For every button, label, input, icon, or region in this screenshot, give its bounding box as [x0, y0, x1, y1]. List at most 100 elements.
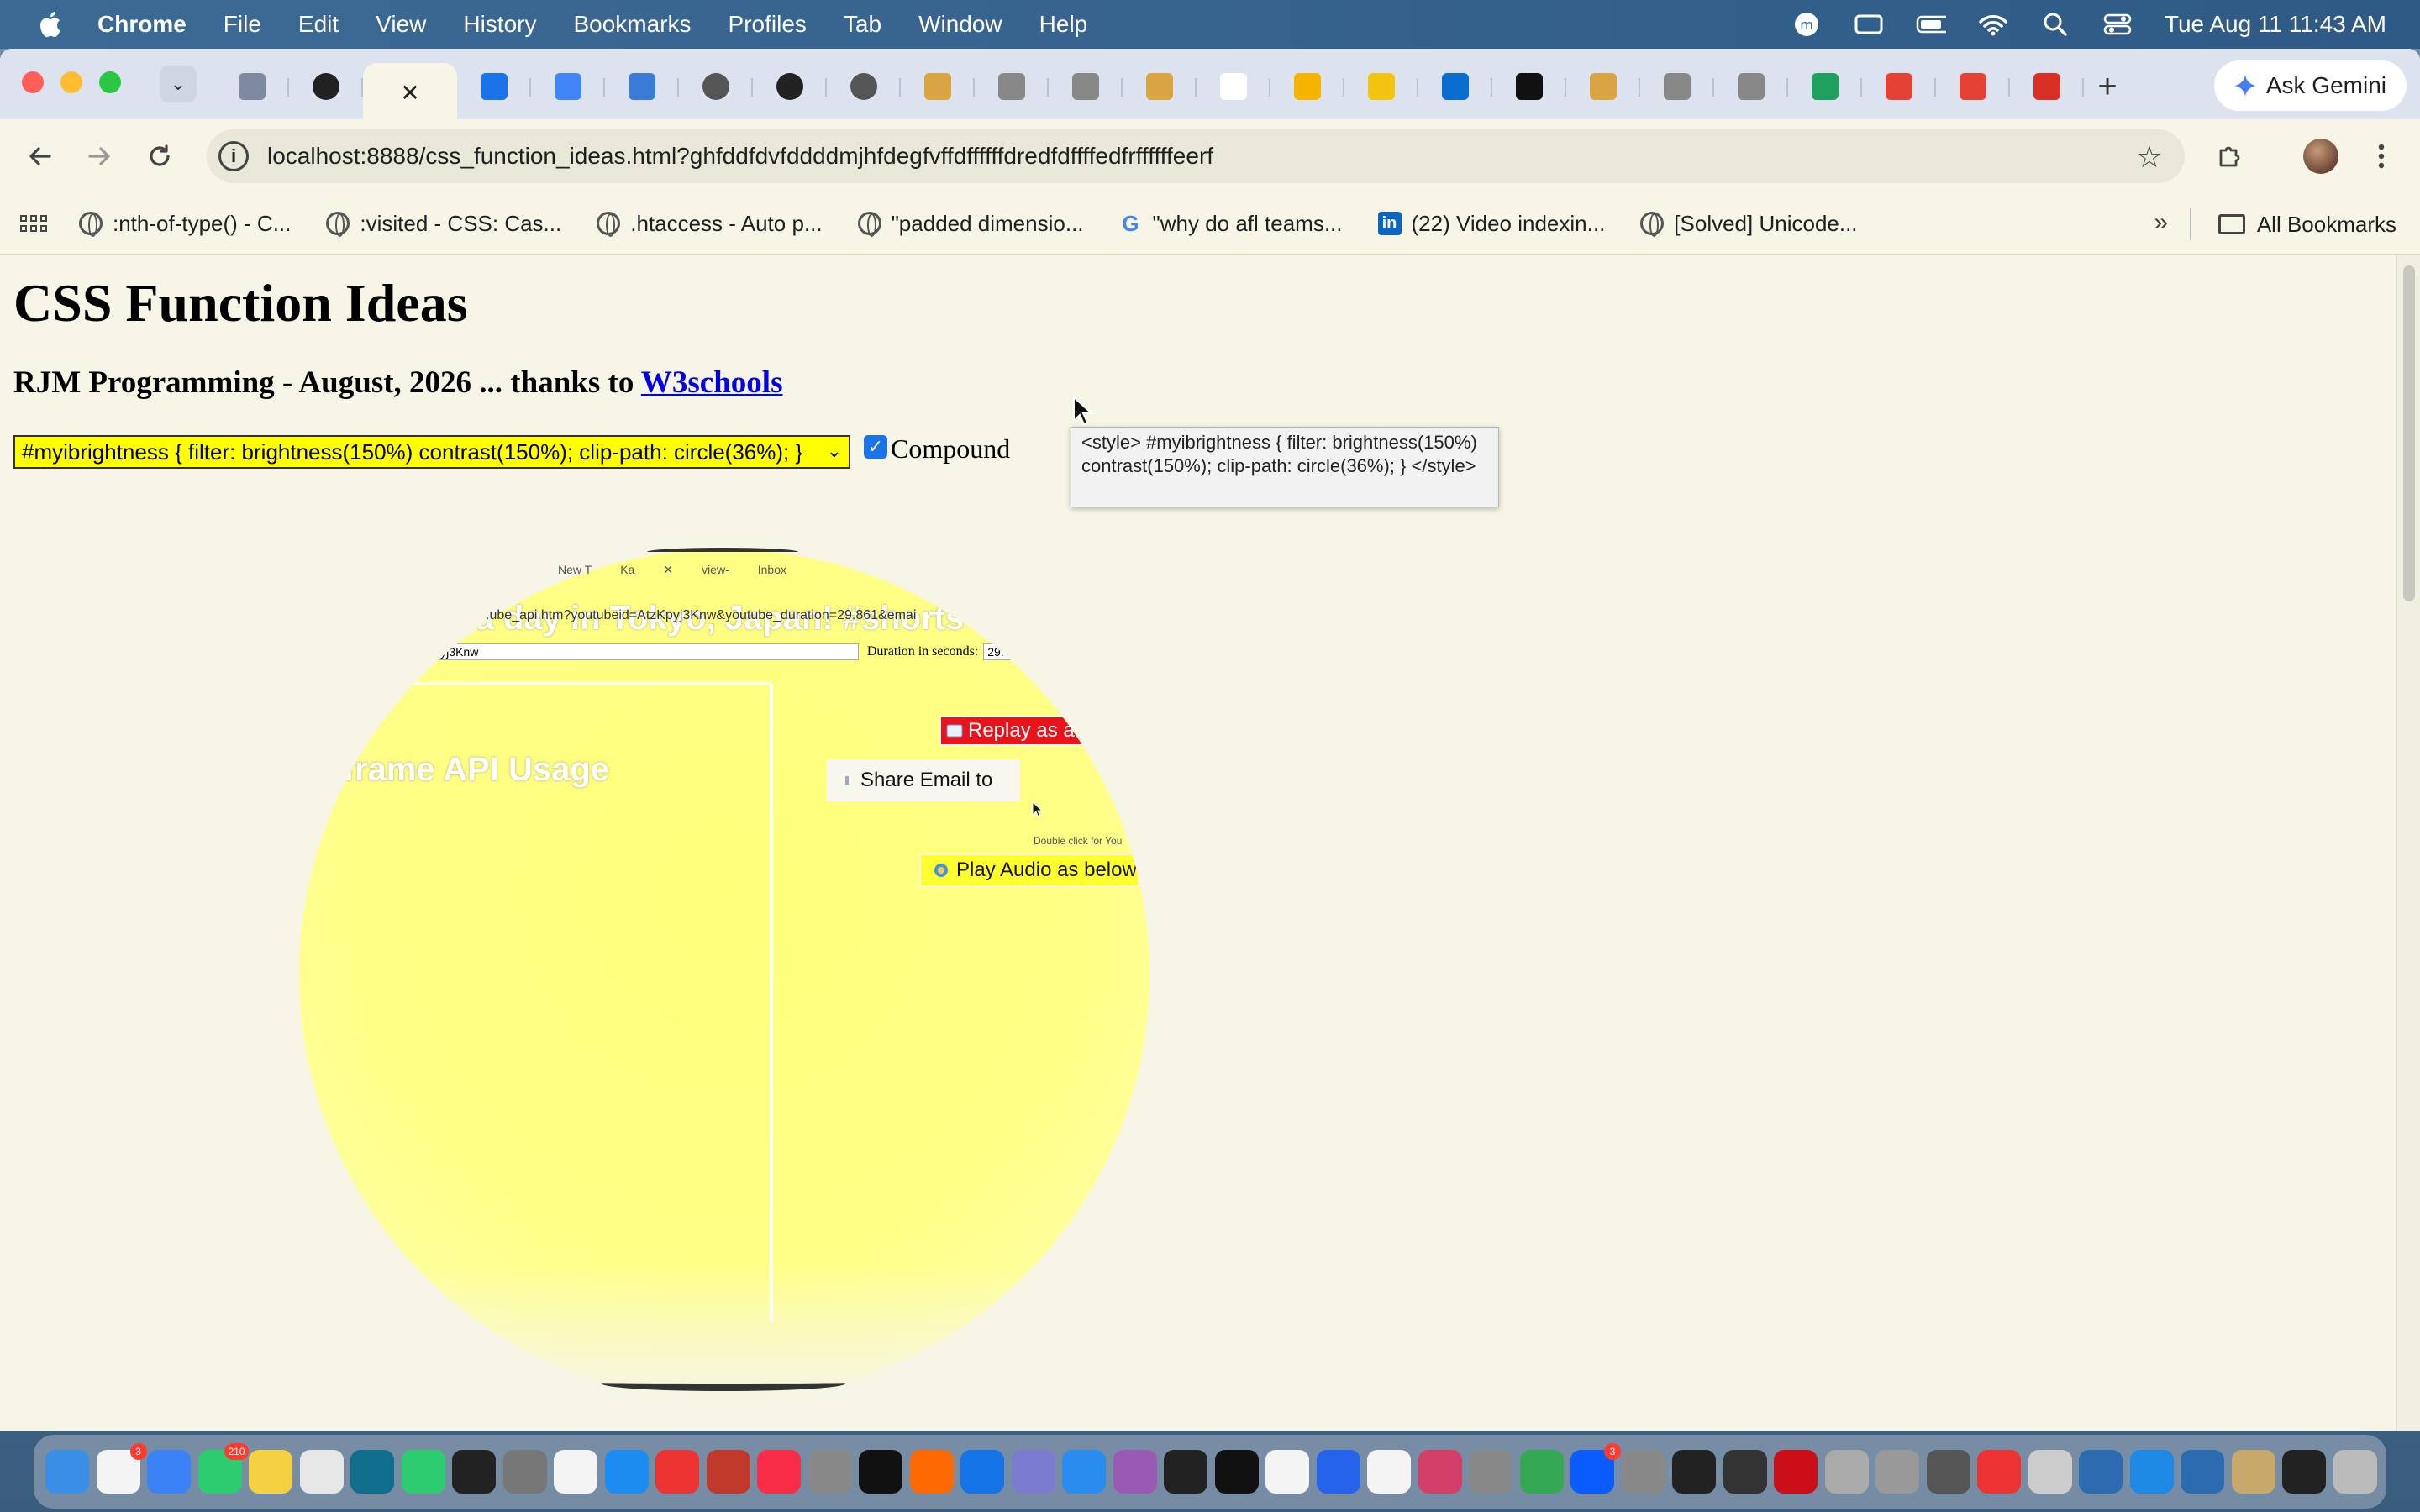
menu-history[interactable]: History [463, 11, 536, 38]
menu-bookmarks[interactable]: Bookmarks [573, 11, 691, 38]
profile-button[interactable] [2299, 134, 2343, 178]
menu-help[interactable]: Help [1039, 11, 1088, 38]
page-scrollbar[interactable] [2396, 255, 2420, 1431]
tab[interactable] [1197, 63, 1270, 110]
reload-button[interactable] [139, 136, 180, 176]
bookmark-item[interactable]: "padded dimensio... [857, 211, 1084, 237]
close-window-button[interactable] [22, 71, 44, 93]
dock-app-icon[interactable] [604, 1450, 649, 1494]
address-bar[interactable]: i localhost:8888/css_function_ideas.html… [207, 129, 2185, 183]
tab[interactable] [1788, 63, 1862, 110]
dock-app-icon[interactable] [350, 1450, 394, 1494]
dock-app-icon[interactable] [401, 1450, 445, 1494]
menu-edit[interactable]: Edit [298, 11, 339, 38]
tab[interactable] [1049, 63, 1123, 110]
bookmark-item[interactable]: .htaccess - Auto p... [597, 211, 823, 237]
dock-app-icon[interactable] [1265, 1450, 1309, 1494]
tab[interactable] [215, 63, 289, 110]
bookmark-item[interactable]: in (22) Video indexin... [1377, 211, 1605, 237]
dock-app-icon[interactable] [1977, 1450, 2021, 1494]
battery-icon[interactable] [1916, 12, 1946, 37]
dock-app-icon[interactable] [1621, 1450, 1665, 1494]
dock-app-icon[interactable] [1113, 1450, 1157, 1494]
dock-app-icon[interactable] [2079, 1450, 2123, 1494]
tab[interactable] [1936, 63, 2010, 110]
bookmark-item[interactable]: G "why do afl teams... [1119, 211, 1342, 237]
dock-app-icon[interactable] [299, 1450, 344, 1494]
tab[interactable] [679, 63, 753, 110]
tab[interactable] [1492, 63, 1566, 110]
extensions-button[interactable] [2208, 134, 2252, 178]
menu-window[interactable]: Window [918, 11, 1002, 38]
dock-app-icon[interactable] [1876, 1450, 1919, 1494]
play-audio-button[interactable]: Play Audio as below [919, 853, 1139, 887]
tab[interactable] [1344, 63, 1418, 110]
dock-app-icon[interactable] [1164, 1450, 1207, 1494]
tab[interactable] [289, 63, 363, 110]
menu-profiles[interactable]: Profiles [729, 11, 807, 38]
status-app-icon[interactable]: m [1791, 12, 1822, 37]
dock-app-icon[interactable] [1824, 1450, 1869, 1494]
w3schools-link[interactable]: W3schools [641, 365, 783, 400]
menu-file[interactable]: File [224, 11, 261, 38]
dock-app-icon[interactable] [2181, 1450, 2224, 1494]
dock-app-icon[interactable] [706, 1450, 750, 1494]
menu-tab[interactable]: Tab [844, 11, 881, 38]
tab[interactable] [1418, 63, 1492, 110]
compound-checkbox[interactable]: ✓ [864, 435, 887, 459]
dock-app-icon[interactable] [1062, 1450, 1106, 1494]
dock-app-icon[interactable] [1723, 1450, 1767, 1494]
zoom-window-button[interactable] [99, 71, 121, 93]
scrollbar-thumb[interactable] [2403, 265, 2415, 601]
dock-app-icon[interactable] [2129, 1450, 2174, 1494]
new-tab-button[interactable]: + [2084, 63, 2131, 110]
dock-app-icon[interactable]: 3 [96, 1443, 147, 1494]
dock-app-icon[interactable] [757, 1450, 801, 1494]
dock-app-icon[interactable] [909, 1450, 954, 1494]
dock-app-icon[interactable] [249, 1450, 292, 1494]
tab[interactable] [753, 63, 827, 110]
ask-gemini-button[interactable]: Ask Gemini [2213, 60, 2407, 111]
wifi-icon[interactable] [1978, 12, 2008, 37]
dock-app-icon[interactable] [960, 1450, 1004, 1494]
minimize-window-button[interactable] [60, 71, 82, 93]
control-center-icon[interactable] [2102, 12, 2133, 37]
tab[interactable] [901, 63, 975, 110]
compound-label[interactable]: Compound [891, 433, 1010, 465]
tab[interactable] [457, 63, 531, 110]
dock-app-icon[interactable] [452, 1450, 496, 1494]
tab[interactable] [1714, 63, 1788, 110]
dock-app-icon[interactable] [554, 1450, 597, 1494]
dock-app-icon[interactable]: 3 [1570, 1443, 1621, 1494]
tab[interactable] [1640, 63, 1714, 110]
dock-app-icon[interactable] [808, 1450, 852, 1494]
dock-app-icon[interactable] [2333, 1450, 2377, 1494]
dock-app-icon[interactable] [1011, 1450, 1055, 1494]
tab[interactable] [1862, 63, 1936, 110]
youtube-id-input[interactable] [404, 643, 859, 660]
dock-app-icon[interactable] [2282, 1450, 2326, 1494]
duration-input[interactable] [983, 643, 1060, 660]
dock-app-icon[interactable] [1672, 1450, 1716, 1494]
close-tab-icon[interactable]: ✕ [400, 79, 419, 107]
dock-app-icon[interactable] [1214, 1450, 1259, 1494]
dock-app-icon[interactable] [45, 1450, 89, 1494]
dock-app-icon[interactable] [1316, 1450, 1360, 1494]
dock-app-icon[interactable] [2231, 1450, 2275, 1494]
tab[interactable] [1270, 63, 1344, 110]
tab[interactable] [1566, 63, 1640, 110]
dock-app-icon[interactable] [2028, 1450, 2072, 1494]
more-bookmarks-chevron-icon[interactable]: » [2154, 208, 2168, 237]
dock-app-icon[interactable] [859, 1450, 902, 1494]
apps-grid-icon[interactable] [17, 207, 50, 240]
tab-search-chevron-icon[interactable]: ⌄ [160, 66, 197, 102]
dock-app-icon[interactable] [502, 1450, 547, 1494]
menu-bar-clock[interactable]: Tue Aug 11 11:43 AM [2165, 11, 2386, 38]
dock-app-icon[interactable] [655, 1450, 699, 1494]
dock-app-icon[interactable] [1367, 1450, 1411, 1494]
dock-app-icon[interactable] [1926, 1450, 1970, 1494]
screen-mirror-icon[interactable] [1854, 12, 1884, 37]
dock-app-icon[interactable]: 210 [197, 1443, 249, 1494]
forward-button[interactable] [79, 136, 119, 176]
css-function-select[interactable]: #myibrightness { filter: brightness(150%… [13, 435, 850, 469]
